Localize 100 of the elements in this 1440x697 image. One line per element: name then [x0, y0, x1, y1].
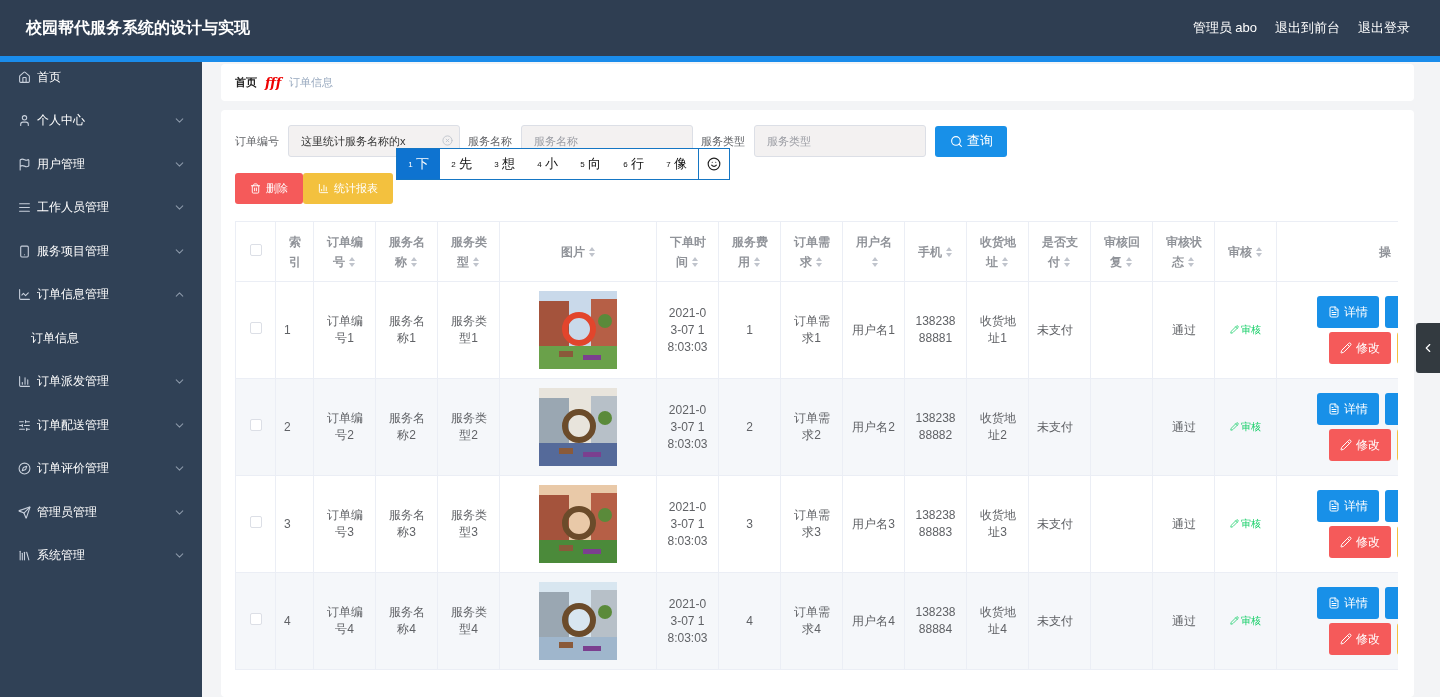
column-header[interactable]: 审核 — [1214, 221, 1277, 282]
sort-icon[interactable] — [945, 246, 953, 259]
sidebar-item[interactable]: 订单评价管理 — [0, 453, 202, 497]
table-cell: 服务名称2 — [388, 411, 425, 442]
edit-button[interactable]: 修改 — [1329, 429, 1391, 461]
column-header[interactable]: 下单时间 — [656, 221, 719, 282]
pencil-icon — [1340, 633, 1352, 645]
sort-icon[interactable] — [815, 256, 823, 269]
table-cell: 订单编号3 — [326, 508, 363, 539]
sort-icon[interactable] — [348, 256, 356, 269]
bar-chart-icon — [318, 183, 329, 194]
column-header[interactable]: 用户名 — [842, 221, 905, 282]
sidebar-item[interactable]: 订单配送管理 — [0, 410, 202, 454]
header-link[interactable]: 退出登录 — [1358, 19, 1410, 37]
user-icon — [18, 114, 31, 128]
column-header[interactable]: 图片 — [499, 221, 657, 282]
column-header[interactable]: 审核回复 — [1090, 221, 1153, 282]
sort-icon[interactable] — [691, 256, 699, 269]
sort-icon[interactable] — [587, 246, 596, 259]
pencil-icon — [1340, 536, 1352, 548]
sort-icon[interactable] — [472, 256, 480, 269]
column-header: 索引 — [275, 221, 314, 282]
table-cell: 4 — [284, 613, 291, 628]
sidebar-item[interactable]: 管理员管理 — [0, 497, 202, 541]
table-cell: 服务类型2 — [450, 411, 487, 442]
pencil-icon — [1230, 325, 1239, 334]
sidebar-item[interactable]: 工作人员管理 — [0, 192, 202, 236]
sort-icon[interactable] — [1125, 256, 1133, 269]
column-header[interactable]: 收货地址 — [966, 221, 1029, 282]
sort-icon[interactable] — [1001, 256, 1009, 269]
review-link[interactable]: 审核 — [1230, 515, 1261, 532]
sidebar-item[interactable]: 订单信息管理 — [0, 279, 202, 323]
review-link[interactable]: 审核 — [1230, 612, 1261, 629]
sort-icon[interactable] — [410, 256, 418, 269]
checkbox[interactable] — [249, 515, 262, 528]
edit-button[interactable]: 修改 — [1329, 623, 1391, 655]
column-header[interactable]: 订单需求 — [780, 221, 843, 282]
filter-label: 服务名称 — [468, 133, 512, 149]
column-header[interactable]: 手机 — [904, 221, 967, 282]
table-cell: 收货地址4 — [979, 605, 1016, 636]
table-cell: 通过 — [1171, 419, 1196, 434]
edit-button[interactable]: 修改 — [1329, 332, 1391, 364]
pencil-icon — [1230, 422, 1239, 431]
sidebar-item[interactable]: 首页 — [0, 62, 202, 106]
table-cell: 服务名称1 — [388, 314, 425, 345]
table-cell: 收货地址3 — [979, 508, 1016, 539]
table-cell: 1 — [284, 322, 291, 337]
checkbox[interactable] — [249, 418, 262, 431]
sort-icon[interactable] — [753, 256, 761, 269]
sidebar-item[interactable]: 系统管理 — [0, 540, 202, 584]
table-cell: 用户名2 — [852, 419, 895, 434]
sidebar-item[interactable]: 个人中心 — [0, 105, 202, 149]
checkbox[interactable] — [249, 321, 262, 334]
table-cell: 用户名1 — [852, 322, 895, 337]
sort-icon[interactable] — [1255, 246, 1263, 259]
sort-icon[interactable] — [1063, 256, 1071, 269]
filter-label: 订单编号 — [235, 133, 279, 149]
filter-field[interactable]: 服务类型 — [754, 125, 926, 157]
send-icon — [18, 505, 31, 519]
table-cell: 收货地址2 — [979, 411, 1016, 442]
sidebar-item[interactable]: 服务项目管理 — [0, 236, 202, 280]
detail-button[interactable]: 详情 — [1317, 587, 1379, 619]
sidebar-item[interactable]: 用户管理 — [0, 149, 202, 193]
detail-button[interactable]: 详情 — [1317, 490, 1379, 522]
breadcrumb-current: 订单信息 — [289, 75, 334, 90]
column-header[interactable]: 服务类型 — [437, 221, 500, 282]
delete-button[interactable]: 删除 — [235, 173, 303, 204]
table-cell: 2021-03-07 18:03:03 — [667, 596, 708, 645]
filter-field[interactable]: 这里统计服务名称的x — [288, 125, 460, 157]
column-header[interactable]: 服务名称 — [375, 221, 438, 282]
review-link[interactable]: 审核 — [1230, 321, 1261, 338]
table-cell: 用户名4 — [852, 613, 895, 628]
review-link[interactable]: 审核 — [1230, 418, 1261, 435]
sort-icon[interactable] — [1187, 256, 1195, 269]
column-header[interactable]: 服务费用 — [718, 221, 781, 282]
search-button[interactable]: 查询 — [935, 125, 1007, 157]
table-cell: 13823888883 — [915, 508, 956, 539]
smiley-icon[interactable] — [707, 157, 721, 171]
sort-icon[interactable] — [871, 256, 879, 269]
sidebar-subitem[interactable]: 订单信息 — [0, 323, 202, 367]
table-cell: 13823888884 — [915, 605, 956, 636]
column-header[interactable]: 是否支付 — [1028, 221, 1091, 282]
detail-button[interactable]: 详情 — [1317, 296, 1379, 328]
breadcrumb-link[interactable]: 首页 — [235, 75, 257, 90]
app-title: 校园帮代服务系统的设计与实现 — [26, 17, 250, 38]
column-header[interactable]: 审核状态 — [1152, 221, 1215, 282]
edit-button[interactable]: 修改 — [1329, 526, 1391, 558]
pencil-icon — [1340, 439, 1352, 451]
document-icon — [1328, 500, 1340, 512]
side-panel-toggle[interactable] — [1416, 323, 1440, 373]
clear-icon[interactable] — [442, 135, 453, 146]
checkbox[interactable] — [249, 612, 262, 625]
header-link[interactable]: 退出到前台 — [1275, 19, 1340, 37]
ime-candidate[interactable]: 1 下 — [397, 149, 440, 179]
home-icon — [18, 70, 31, 84]
document-icon — [1328, 306, 1340, 318]
detail-button[interactable]: 详情 — [1317, 393, 1379, 425]
column-header[interactable]: 订单编号 — [313, 221, 376, 282]
sidebar-item[interactable]: 订单派发管理 — [0, 366, 202, 410]
checkbox[interactable] — [249, 243, 262, 256]
